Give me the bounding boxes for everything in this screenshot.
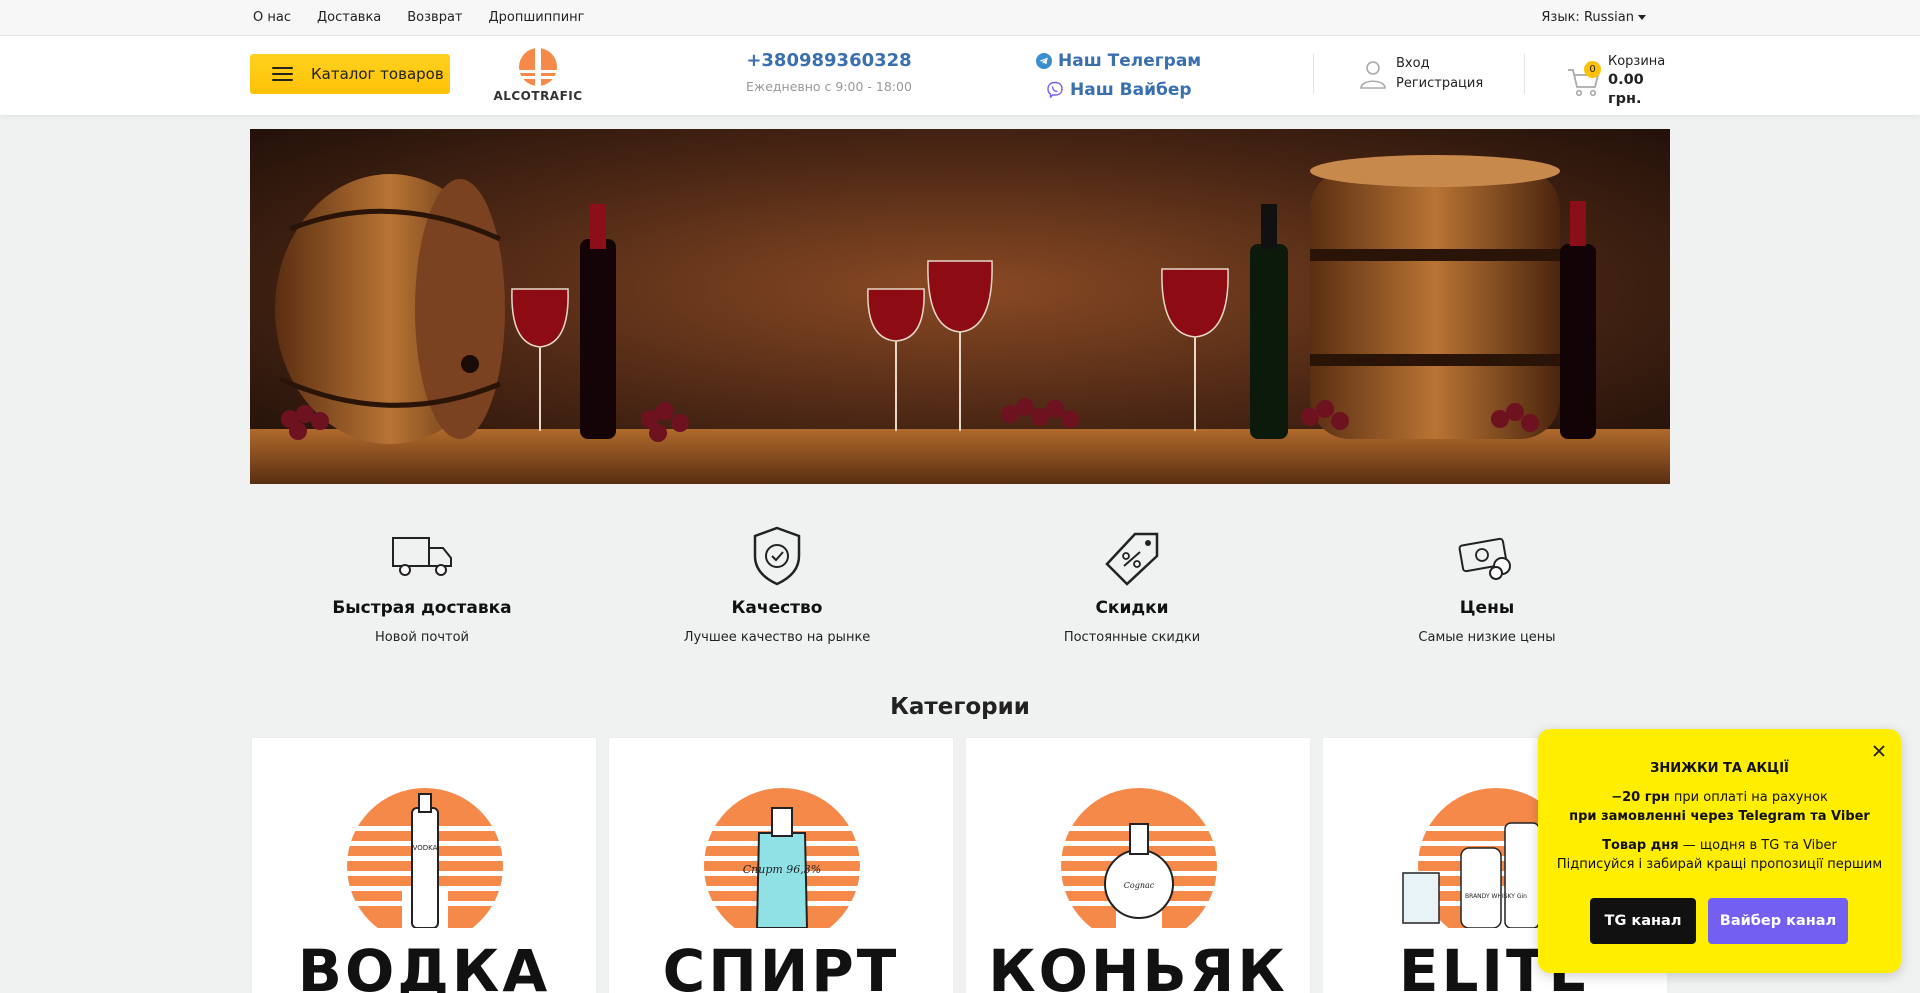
cart-label: Корзина [1608, 54, 1666, 69]
nav-link-about[interactable]: О нас [253, 10, 291, 25]
popup-title: ЗНИЖКИ ТА АКЦІЇ [1650, 761, 1789, 776]
feature-title: Цены [1459, 598, 1515, 618]
bottle-label: VODKA [413, 844, 438, 852]
feature-discounts: Скидки Постоянные скидки [982, 526, 1282, 645]
category-label: КОНЬЯК [988, 937, 1288, 993]
telegram-link[interactable]: Наш Телеграм [1036, 48, 1201, 74]
category-card-cognac[interactable]: Cognac КОНЬЯК [965, 737, 1311, 993]
popup-line-1-text: при оплаті на рахунок [1669, 790, 1828, 805]
feature-quality: Качество Лучшее качество на рынке [627, 526, 927, 645]
feature-subtitle: Постоянные скидки [1063, 630, 1201, 645]
telegram-icon [1036, 53, 1052, 69]
popup-line-3: Товар дня — щодня в TG та Viber [1538, 836, 1901, 855]
viber-icon [1047, 81, 1063, 99]
viber-channel-button[interactable]: Вайбер канал [1708, 898, 1848, 944]
popup-line-3-text: — щодня в TG та Viber [1678, 838, 1837, 853]
catalog-button-label: Каталог товаров [311, 65, 444, 83]
register-link[interactable]: Регистрация [1396, 74, 1483, 94]
category-label: ВОДКА [297, 937, 551, 993]
spirit-bottle-icon: Спирт 96,3% [703, 788, 861, 928]
feature-subtitle: Лучшее качество на рынке [683, 630, 871, 645]
bottle-label: Cognac [1124, 881, 1155, 890]
wine-banner-image [250, 129, 1670, 484]
popup-line-4: Підписуйся і забирай кращі пропозиції пе… [1556, 857, 1883, 872]
money-icon [1458, 537, 1511, 580]
categories-heading: Категории [890, 694, 1030, 720]
contact-phone-block: +380989360328 Ежедневно с 9:00 - 18:00 [734, 50, 924, 94]
promo-popup: ЗНИЖКИ ТА АКЦІЇ −20 грн при оплаті на ра… [1538, 729, 1901, 973]
bottle-label: Спирт 96,3% [743, 863, 822, 876]
cognac-bottle-icon: Cognac [1060, 788, 1218, 928]
header-divider [1524, 54, 1525, 94]
telegram-label: Наш Телеграм [1058, 51, 1202, 71]
popup-line-2: при замовленні через Telegram та Viber [1569, 809, 1870, 824]
feature-subtitle: Новой почтой [374, 630, 470, 645]
category-card-spirit[interactable]: Спирт 96,3% СПИРТ [608, 737, 954, 993]
login-link[interactable]: Вход [1396, 54, 1483, 74]
social-links: Наш Телеграм Наш Вайбер [1036, 48, 1201, 103]
nav-link-delivery[interactable]: Доставка [317, 10, 381, 25]
truck-icon [392, 537, 452, 576]
popup-line-1: −20 грн при оплаті на рахунок [1538, 788, 1901, 807]
bottle-label: BRANDY WHISKY Gin [1465, 893, 1527, 900]
viber-label: Наш Вайбер [1070, 80, 1192, 100]
nav-link-return[interactable]: Возврат [407, 10, 462, 25]
vodka-bottle-icon: VODKA [346, 788, 504, 928]
logo-text: ALCOTRAFIC [493, 89, 583, 103]
header-divider [1313, 54, 1314, 94]
category-card-vodka[interactable]: VODKA ВОДКА [251, 737, 597, 993]
price-tag-icon [1105, 532, 1159, 586]
feature-delivery: Быстрая доставка Новой почтой [272, 526, 572, 645]
top-nav: О нас Доставка Возврат Дропшиппинг [253, 0, 585, 35]
feature-title: Быстрая доставка [332, 598, 512, 618]
feature-prices: Цены Самые низкие цены [1337, 526, 1637, 645]
popup-discount-amount: −20 грн [1611, 790, 1670, 805]
hamburger-icon [272, 67, 293, 81]
category-label: СПИРТ [662, 937, 900, 993]
main-header: Каталог товаров ALCOTRAFIC +380989360328… [0, 36, 1920, 115]
user-icon [1360, 61, 1386, 89]
cart-count-badge: 0 [1584, 60, 1601, 78]
popup-deal-of-day: Товар дня [1602, 838, 1679, 853]
features-row: Быстрая доставка Новой почтой Качество Л… [250, 526, 1670, 656]
hero-banner[interactable] [250, 129, 1670, 484]
category-cards: VODKA ВОДКА Спирт 96,3% СПИРТ Cognac КОН… [250, 737, 1670, 993]
feature-subtitle: Самые низкие цены [1418, 630, 1556, 645]
feature-title: Скидки [1095, 598, 1169, 618]
close-icon[interactable] [1869, 741, 1889, 761]
top-bar: О нас Доставка Возврат Дропшиппинг Язык:… [0, 0, 1920, 36]
account-block: Вход Регистрация [1358, 54, 1483, 94]
feature-title: Качество [731, 598, 823, 618]
logo-mark-icon [519, 47, 557, 87]
cart-block[interactable]: 0 Корзина 0.00 грн. [1566, 52, 1670, 109]
tg-channel-button[interactable]: TG канал [1590, 898, 1696, 944]
catalog-button[interactable]: Каталог товаров [250, 54, 450, 94]
language-label: Язык: Russian [1541, 10, 1634, 25]
cart-total: 0.00 грн. [1608, 72, 1644, 107]
caret-down-icon [1638, 15, 1646, 20]
viber-link[interactable]: Наш Вайбер [1036, 77, 1201, 103]
shield-check-icon [753, 526, 801, 586]
site-logo[interactable]: ALCOTRAFIC [490, 47, 586, 103]
phone-number[interactable]: +380989360328 [734, 50, 924, 71]
language-selector[interactable]: Язык: Russian [1541, 0, 1646, 35]
nav-link-dropshipping[interactable]: Дропшиппинг [489, 10, 585, 25]
working-hours: Ежедневно с 9:00 - 18:00 [746, 79, 912, 94]
